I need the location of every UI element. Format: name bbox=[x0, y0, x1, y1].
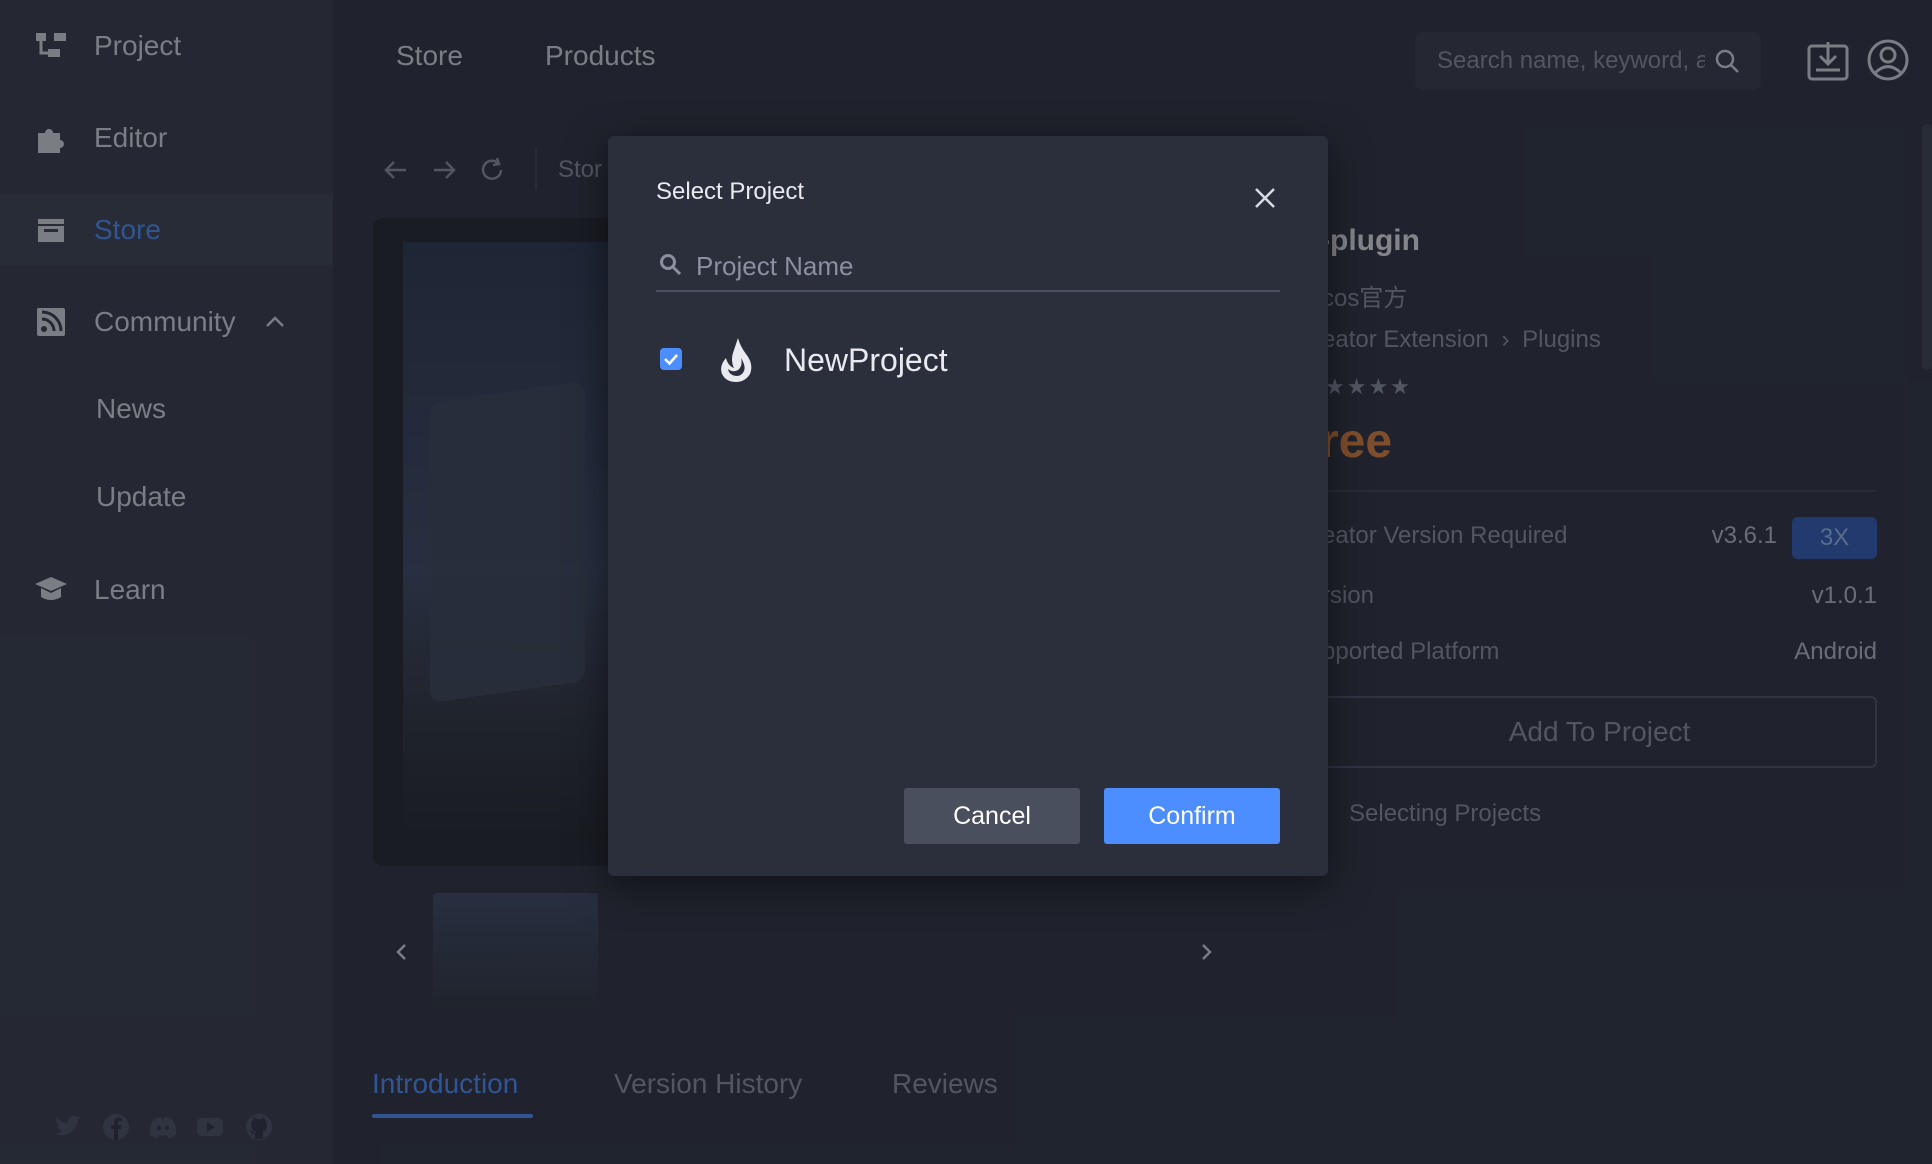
close-icon[interactable] bbox=[1251, 184, 1279, 212]
dialog-title: Select Project bbox=[656, 178, 805, 205]
project-search bbox=[656, 244, 1280, 292]
cancel-button[interactable]: Cancel bbox=[904, 788, 1080, 844]
select-project-dialog: Select Project NewProject Cancel Confirm bbox=[608, 136, 1328, 876]
project-list-item[interactable]: NewProject bbox=[656, 332, 1280, 388]
search-icon bbox=[660, 254, 682, 276]
project-name-input[interactable] bbox=[696, 246, 1276, 286]
project-name: NewProject bbox=[784, 342, 948, 378]
cocos-logo-icon bbox=[721, 338, 752, 382]
project-checkbox[interactable] bbox=[660, 348, 682, 370]
confirm-button[interactable]: Confirm bbox=[1104, 788, 1280, 844]
